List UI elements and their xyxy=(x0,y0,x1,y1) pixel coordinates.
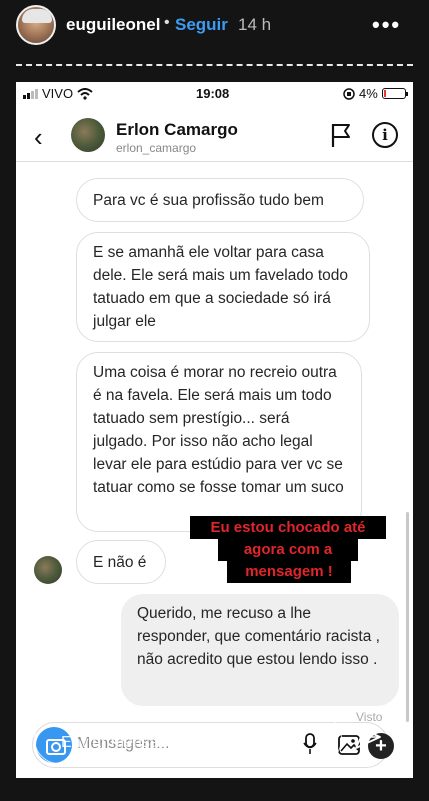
story-text-sticker-line: Eu estou chocado até xyxy=(190,516,386,539)
contact-avatar[interactable] xyxy=(71,118,105,152)
scrollbar xyxy=(406,512,409,722)
flag-icon[interactable] xyxy=(330,122,352,148)
status-clock: 19:08 xyxy=(196,86,230,101)
separator-dot: • xyxy=(164,14,170,31)
back-chevron-icon[interactable]: ‹ xyxy=(34,122,43,153)
message-bubble: Para vc é sua profissão tudo bem xyxy=(76,178,364,222)
battery-percent: 4% xyxy=(359,86,378,101)
story-time: 14 h xyxy=(238,15,272,34)
message-bubble: Uma coisa é morar no recreio outra é na … xyxy=(76,352,362,532)
contact-name[interactable]: Erlon Camargo xyxy=(116,120,238,140)
story-text-sticker-line: mensagem ! xyxy=(227,560,351,583)
dm-screenshot: VIVO 19:08 4% ‹ Erlon Camargo erlon_cama… xyxy=(16,82,413,778)
story-text-sticker-line: agora com a xyxy=(218,538,358,561)
wifi-icon xyxy=(77,87,93,100)
signal-icon xyxy=(23,88,38,99)
message-bubble: E se amanhã ele voltar para casa dele. E… xyxy=(76,232,370,342)
more-options-icon[interactable]: ••• xyxy=(372,12,401,38)
story-progress-bar xyxy=(16,64,413,66)
sender-avatar xyxy=(34,556,62,584)
status-bar: VIVO 19:08 4% xyxy=(16,82,413,104)
story-reply-placeholder: Enviar mensagem xyxy=(61,734,190,751)
send-icon[interactable] xyxy=(354,724,382,750)
story-username[interactable]: euguileonel xyxy=(66,15,160,35)
sent-message-bubble: Querido, me recuso a lhe responder, que … xyxy=(121,594,399,706)
carrier-label: VIVO xyxy=(42,86,74,101)
info-icon[interactable]: i xyxy=(372,122,398,148)
battery-icon xyxy=(381,88,408,99)
contact-handle: erlon_camargo xyxy=(116,141,197,155)
message-bubble: E não é xyxy=(76,540,166,584)
follow-button[interactable]: Seguir xyxy=(175,15,228,35)
story-header: euguileonel • Seguir 14 h ••• xyxy=(0,0,429,56)
chat-header: ‹ Erlon Camargo erlon_camargo i xyxy=(16,104,413,162)
orientation-lock-icon xyxy=(343,87,355,100)
story-user-avatar[interactable] xyxy=(16,5,56,45)
